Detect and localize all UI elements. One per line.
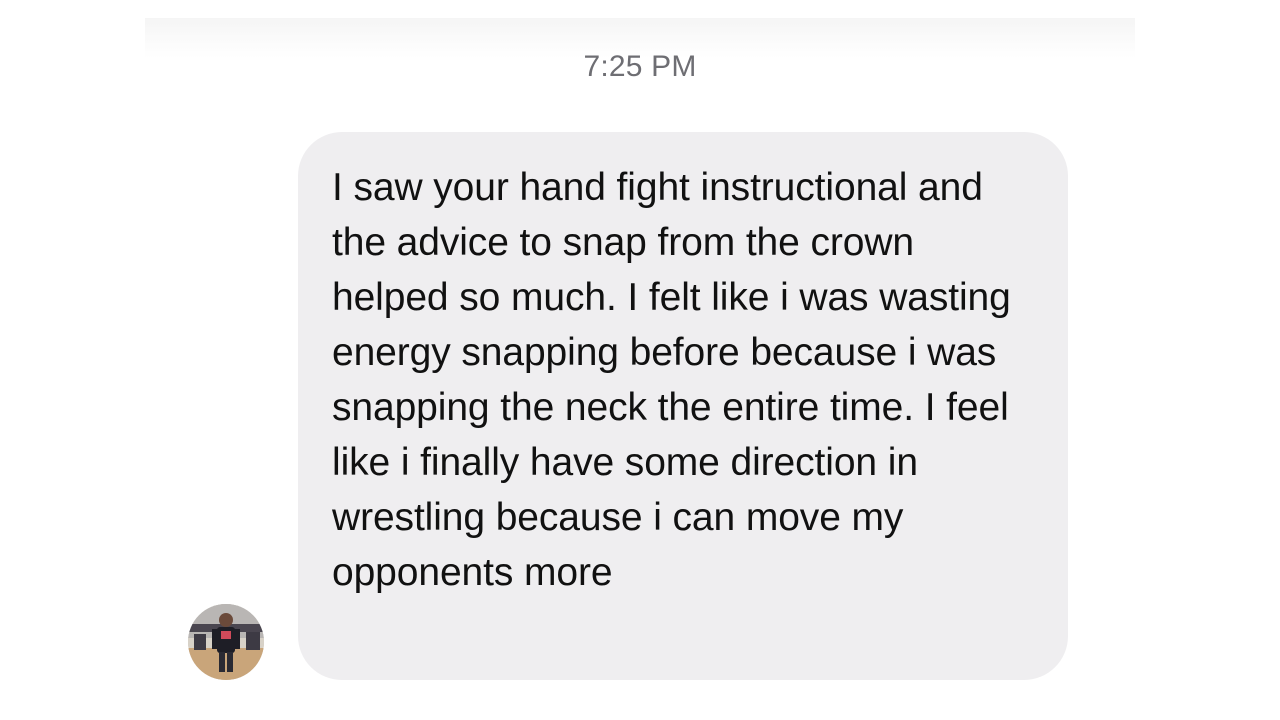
incoming-message-row: I saw your hand fight instructional and … (0, 0, 1280, 720)
user-avatar-photo-icon (188, 604, 264, 680)
sender-avatar[interactable] (188, 604, 264, 680)
chat-screen: 7:25 PM I saw your hand fight instructio… (0, 0, 1280, 720)
message-text: I saw your hand fight instructional and … (332, 166, 1022, 594)
message-bubble[interactable]: I saw your hand fight instructional and … (298, 132, 1068, 680)
